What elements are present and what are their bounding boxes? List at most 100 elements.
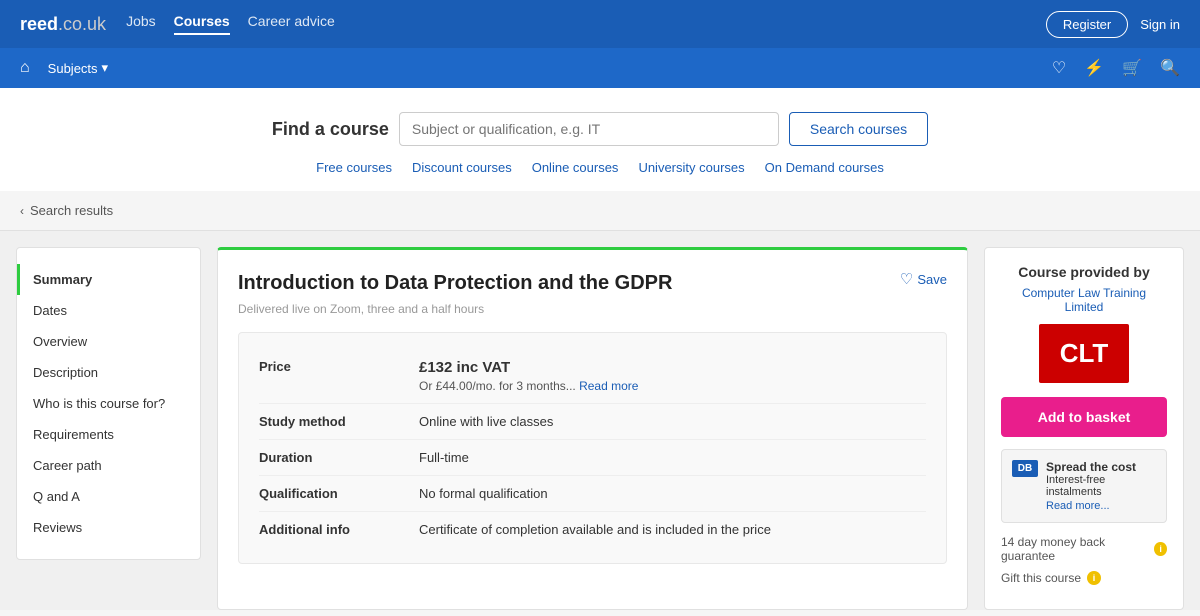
search-section: Find a course Search courses Free course… — [0, 88, 1200, 191]
price-main: £132 inc VAT — [419, 359, 926, 376]
sidebar-item-overview[interactable]: Overview — [17, 326, 200, 357]
share-icon[interactable]: ⚡ — [1084, 58, 1104, 78]
additional-info-label: Additional info — [259, 522, 419, 537]
provider-name[interactable]: Computer Law Training Limited — [1001, 286, 1167, 314]
back-arrow-icon: ‹ — [20, 204, 24, 218]
read-more-link[interactable]: Read more — [579, 379, 638, 393]
sidebar-item-reviews[interactable]: Reviews — [17, 512, 200, 543]
sidebar-item-dates[interactable]: Dates — [17, 295, 200, 326]
search-button[interactable]: Search courses — [789, 112, 928, 146]
spread-cost-section: DB Spread the cost Interest-free instalm… — [1001, 449, 1167, 523]
duration-row: Duration Full-time — [259, 440, 926, 476]
logo-domain: .co.uk — [58, 14, 106, 34]
sidebar-item-label: Requirements — [33, 427, 114, 442]
add-to-basket-button[interactable]: Add to basket — [1001, 397, 1167, 437]
sidebar-item-qa[interactable]: Q and A — [17, 481, 200, 512]
nav-link-career[interactable]: Career advice — [248, 13, 335, 35]
heart-icon: ♡ — [900, 270, 913, 288]
study-method-value: Online with live classes — [419, 414, 926, 429]
university-courses-link[interactable]: University courses — [638, 160, 744, 175]
duration-value: Full-time — [419, 450, 926, 465]
course-links: Free courses Discount courses Online cou… — [20, 160, 1180, 175]
second-nav-right: ♡ ⚡ 🛒 🔍 — [1052, 58, 1180, 78]
top-nav: reed.co.uk Jobs Courses Career advice Re… — [0, 0, 1200, 48]
content-wrapper: Summary Dates Overview Description Who i… — [0, 231, 1200, 610]
course-title: Introduction to Data Protection and the … — [238, 270, 672, 296]
sidebar-item-label: Q and A — [33, 489, 80, 504]
guarantee-info-icon[interactable]: i — [1154, 542, 1167, 556]
wishlist-icon[interactable]: ♡ — [1052, 58, 1066, 78]
sidebar-item-label: Summary — [33, 272, 92, 287]
search-input[interactable] — [399, 112, 779, 146]
sidebar-item-label: Description — [33, 365, 98, 380]
home-icon[interactable]: ⌂ — [20, 59, 30, 77]
provider-title: Course provided by — [1001, 264, 1167, 280]
additional-info-row: Additional info Certificate of completio… — [259, 512, 926, 547]
price-value: £132 inc VAT Or £44.00/mo. for 3 months.… — [419, 359, 926, 393]
online-courses-link[interactable]: Online courses — [532, 160, 619, 175]
spread-cost-title: Spread the cost — [1046, 460, 1156, 474]
delivered-text: Delivered live on Zoom, three and a half… — [238, 302, 947, 316]
sidebar-item-label: Who is this course for? — [33, 396, 165, 411]
free-courses-link[interactable]: Free courses — [316, 160, 392, 175]
nav-left: reed.co.uk Jobs Courses Career advice — [20, 13, 335, 35]
save-button[interactable]: ♡ Save — [900, 270, 947, 288]
back-link-text: Search results — [30, 203, 113, 218]
on-demand-courses-link[interactable]: On Demand courses — [765, 160, 884, 175]
left-sidebar: Summary Dates Overview Description Who i… — [16, 247, 201, 560]
second-nav: ⌂ Subjects ▾ ♡ ⚡ 🛒 🔍 — [0, 48, 1200, 88]
sidebar-item-label: Dates — [33, 303, 67, 318]
sidebar-item-label: Career path — [33, 458, 102, 473]
guarantee-label: 14 day money back guarantee — [1001, 535, 1148, 563]
register-button[interactable]: Register — [1046, 11, 1128, 38]
price-label: Price — [259, 359, 419, 393]
search-row: Find a course Search courses — [20, 112, 1180, 146]
qualification-label: Qualification — [259, 486, 419, 501]
discount-courses-link[interactable]: Discount courses — [412, 160, 512, 175]
gift-info-icon[interactable]: i — [1087, 571, 1101, 585]
subjects-button[interactable]: Subjects ▾ — [48, 60, 108, 76]
guarantee-row: 14 day money back guarantee i — [1001, 535, 1167, 563]
price-sub-text: Or £44.00/mo. for 3 months... — [419, 379, 576, 393]
nav-link-courses[interactable]: Courses — [174, 13, 230, 35]
gift-row: Gift this course i — [1001, 571, 1167, 585]
logo[interactable]: reed.co.uk — [20, 14, 106, 35]
sidebar-item-description[interactable]: Description — [17, 357, 200, 388]
sidebar-item-career[interactable]: Career path — [17, 450, 200, 481]
sign-in-link[interactable]: Sign in — [1140, 17, 1180, 32]
spread-cost-subtitle: Interest-free instalments — [1046, 474, 1156, 498]
search-icon[interactable]: 🔍 — [1160, 58, 1180, 78]
qualification-row: Qualification No formal qualification — [259, 476, 926, 512]
study-method-label: Study method — [259, 414, 419, 429]
db-logo: DB — [1012, 460, 1038, 477]
provider-logo[interactable]: CLT — [1039, 324, 1129, 383]
price-sub: Or £44.00/mo. for 3 months... Read more — [419, 379, 926, 393]
gift-label[interactable]: Gift this course — [1001, 571, 1081, 585]
chevron-down-icon: ▾ — [102, 60, 109, 76]
sidebar-item-who[interactable]: Who is this course for? — [17, 388, 200, 419]
course-details: Price £132 inc VAT Or £44.00/mo. for 3 m… — [238, 332, 947, 564]
price-row: Price £132 inc VAT Or £44.00/mo. for 3 m… — [259, 349, 926, 404]
back-link[interactable]: ‹ Search results — [0, 191, 1200, 231]
sidebar-item-label: Overview — [33, 334, 87, 349]
study-method-row: Study method Online with live classes — [259, 404, 926, 440]
additional-info-value: Certificate of completion available and … — [419, 522, 926, 537]
sidebar-item-label: Reviews — [33, 520, 82, 535]
nav-links: Jobs Courses Career advice — [126, 13, 335, 35]
nav-link-jobs[interactable]: Jobs — [126, 13, 156, 35]
subjects-label: Subjects — [48, 61, 98, 76]
duration-label: Duration — [259, 450, 419, 465]
course-header: Introduction to Data Protection and the … — [238, 270, 947, 296]
nav-right: Register Sign in — [1046, 11, 1180, 38]
basket-icon[interactable]: 🛒 — [1122, 58, 1142, 78]
sidebar-item-requirements[interactable]: Requirements — [17, 419, 200, 450]
right-sidebar: Course provided by Computer Law Training… — [984, 247, 1184, 610]
spread-read-more-link[interactable]: Read more... — [1046, 500, 1156, 512]
spread-cost-text: Spread the cost Interest-free instalment… — [1046, 460, 1156, 512]
save-label: Save — [917, 272, 947, 287]
qualification-value: No formal qualification — [419, 486, 926, 501]
find-label: Find a course — [272, 119, 389, 140]
sidebar-item-summary[interactable]: Summary — [17, 264, 200, 295]
logo-text: reed — [20, 14, 58, 34]
second-nav-left: ⌂ Subjects ▾ — [20, 59, 108, 77]
